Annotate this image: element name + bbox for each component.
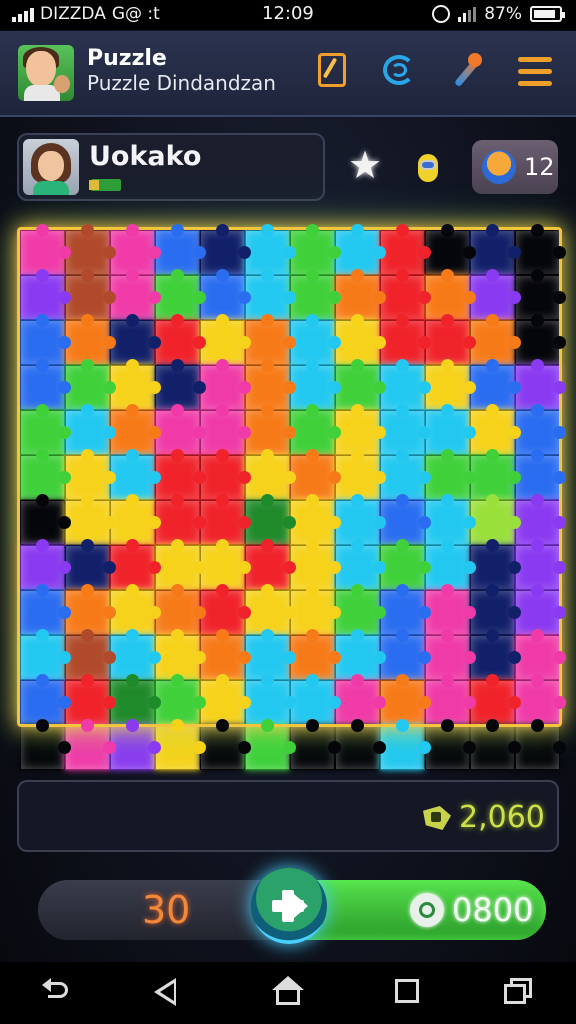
carrier-extra: G@ :t [111,4,160,24]
play-button[interactable] [251,868,327,944]
status-bar: DIZZDA G@ :t 12:09 87% [0,0,576,30]
player-avatar [23,139,79,195]
coin-icon [482,150,516,184]
home-icon[interactable] [272,976,304,1008]
puzzle-piece[interactable] [155,719,206,770]
score-panel: 2,060 [17,780,559,852]
edit-book-icon[interactable] [314,51,356,93]
app-title: Puzzle [87,46,167,71]
puzzle-piece[interactable] [245,719,296,770]
coin-count: 12 [524,153,555,181]
profile-avatar[interactable] [18,45,74,101]
battery-percent: 87% [484,4,522,24]
star-icon[interactable]: ★ [348,146,386,184]
gem-icon [410,893,444,927]
puzzle-piece[interactable] [200,719,251,770]
menu-icon[interactable] [516,51,558,93]
puzzle-piece[interactable] [20,719,71,770]
back-triangle-icon[interactable] [150,976,182,1008]
puzzle-piece[interactable] [425,719,476,770]
puzzle-piece[interactable] [65,719,116,770]
recent-apps-icon[interactable] [502,976,534,1008]
alarm-icon [432,5,451,23]
app-header: Puzzle Puzzle Dindandzan [0,31,576,117]
app-subtitle: Puzzle Dindandzan [87,71,276,95]
puzzle-piece[interactable] [380,719,431,770]
battery-icon [530,6,565,22]
gems-count: 0800 [452,891,534,929]
signal-icon [12,6,34,22]
puzzle-piece[interactable] [110,719,161,770]
puzzle-piece[interactable] [515,719,566,770]
clock: 12:09 [262,3,314,24]
player-name: Uokako [89,141,202,172]
carrier-label: DIZZDA [40,4,106,24]
system-nav-bar [0,962,576,1024]
score-value: 2,060 [459,800,545,835]
swirl-icon[interactable] [380,51,422,93]
back-arrow-icon[interactable] [42,976,74,1008]
player-card[interactable]: Uokako [17,133,325,201]
puzzle-piece[interactable] [470,719,521,770]
overview-icon[interactable] [392,976,424,1008]
player-level-badge [89,179,121,191]
coin-badge[interactable]: 12 [472,140,558,194]
magic-wand-icon[interactable] [446,51,488,93]
puzzle-piece[interactable] [290,719,341,770]
cell-signal-icon [458,6,477,22]
game-screen: DIZZDA G@ :t 12:09 87% Puzzle Puzzle Din… [0,0,576,1024]
score-icon [421,802,453,832]
character-icon[interactable] [410,146,446,186]
puzzle-piece[interactable] [335,719,386,770]
moves-count: 30 [142,888,191,932]
